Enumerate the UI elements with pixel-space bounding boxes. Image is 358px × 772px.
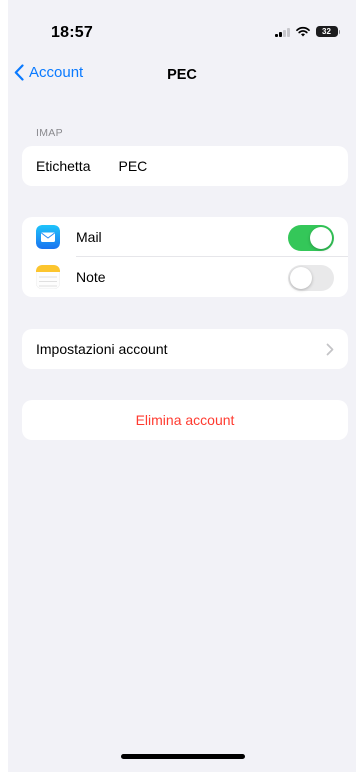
battery-tip [338, 29, 340, 34]
app-name-notes: Note [76, 269, 106, 285]
delete-account-label: Elimina account [135, 412, 235, 428]
label-field-value[interactable]: PEC [118, 158, 147, 174]
battery-icon: 32 [315, 26, 338, 37]
phone-screen: 18:57 32 Account PEC IMAP Etichetta PEC … [8, 0, 356, 772]
label-field-label: Etichetta [36, 158, 91, 174]
label-field-row[interactable]: Etichetta PEC [22, 146, 348, 186]
imap-section-header: IMAP [36, 127, 63, 139]
account-settings-label: Impostazioni account [36, 341, 168, 357]
home-indicator[interactable] [121, 754, 245, 759]
delete-account-button[interactable]: Elimina account [22, 400, 348, 440]
status-icons: 32 [275, 26, 340, 37]
wifi-icon [295, 26, 310, 37]
page-title: PEC [167, 67, 197, 83]
cellular-signal-icon [275, 27, 290, 37]
apps-group: Mail Note [22, 217, 348, 297]
toggle-knob [290, 267, 312, 289]
status-time: 18:57 [51, 24, 93, 41]
battery-level: 32 [322, 27, 331, 36]
navigation-bar: Account PEC [8, 60, 356, 92]
status-bar: 18:57 32 [8, 0, 356, 52]
mail-toggle[interactable] [288, 225, 334, 251]
chevron-right-icon [326, 343, 334, 356]
mail-icon [36, 225, 60, 249]
app-row-mail: Mail [22, 217, 348, 257]
notes-toggle[interactable] [288, 265, 334, 291]
notes-icon [36, 265, 60, 289]
app-row-notes: Note [22, 257, 348, 297]
account-settings-group: Impostazioni account [22, 329, 348, 369]
account-settings-row[interactable]: Impostazioni account [22, 329, 348, 369]
app-name-mail: Mail [76, 229, 102, 245]
delete-account-group: Elimina account [22, 400, 348, 440]
toggle-knob [310, 227, 332, 249]
imap-group: Etichetta PEC [22, 146, 348, 186]
